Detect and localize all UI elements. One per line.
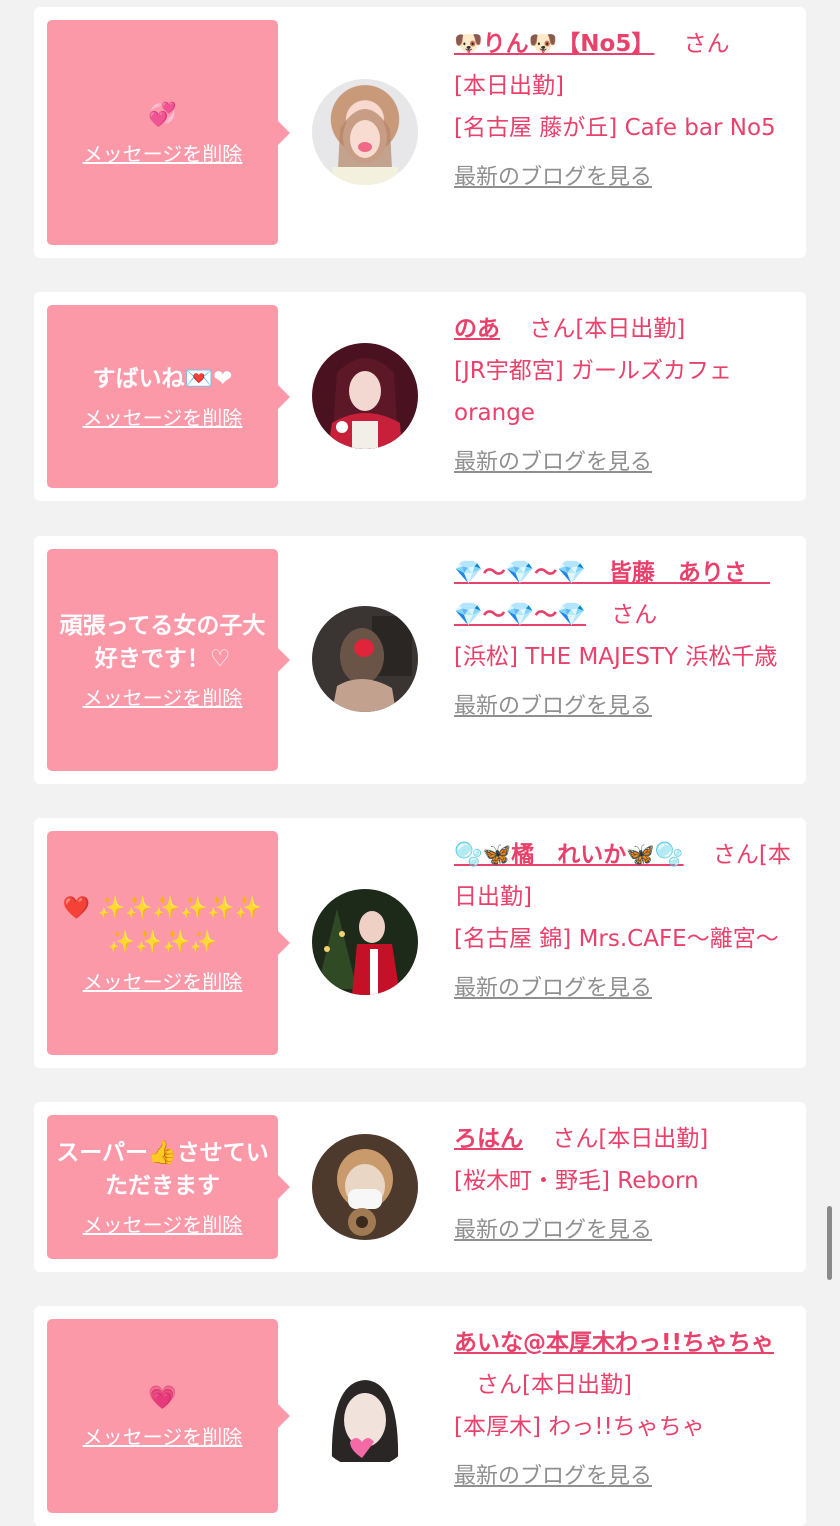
message-text: すばいね💌❤ — [92, 365, 233, 392]
delete-message-link[interactable]: メッセージを削除 — [83, 966, 243, 995]
delete-message-link[interactable]: メッセージを削除 — [83, 402, 243, 431]
profile-info: ろはん さん[本日出勤] [桜木町・野毛] Reborn 最新のブログを見る — [454, 1118, 794, 1252]
message-bubble: 頑張ってる女の子大好きです！♡ メッセージを削除 — [47, 549, 290, 771]
latest-blog-link[interactable]: 最新のブログを見る — [454, 1210, 794, 1252]
store-name: [JR宇都宮] ガールズカフェorange — [454, 358, 733, 426]
avatar[interactable] — [312, 343, 418, 449]
message-bubble: 💗 メッセージを削除 — [47, 1319, 290, 1513]
honorific: さん — [552, 1126, 599, 1152]
message-bubble: 💞 メッセージを削除 — [47, 20, 290, 245]
avatar-image — [328, 358, 402, 449]
message-card: すばいね💌❤ メッセージを削除 のあ さん[本日出勤] [JR宇都宮] ガールズ… — [34, 292, 806, 501]
avatar[interactable] — [312, 1134, 418, 1240]
work-status: [本日出勤] — [575, 316, 686, 342]
avatar[interactable] — [312, 79, 418, 185]
delete-message-link[interactable]: メッセージを削除 — [83, 1421, 243, 1450]
message-card: 💞 メッセージを削除 🐶りん🐶【No5】 さん [本日出勤] [名古屋 藤が丘]… — [34, 7, 806, 258]
honorific: さん — [529, 316, 576, 342]
girl-name-link[interactable]: 🐶りん🐶【No5】 — [454, 31, 654, 57]
profile-info: 🫧🦋橘 れいか🦋🫧 さん[本日出勤] [名古屋 錦] Mrs.CAFE〜離宮〜 … — [454, 834, 794, 1010]
latest-blog-link[interactable]: 最新のブログを見る — [454, 157, 794, 199]
honorific: さん — [683, 31, 730, 57]
avatar-image — [331, 1380, 399, 1462]
latest-blog-link[interactable]: 最新のブログを見る — [454, 1456, 794, 1498]
profile-info: 💎〜💎〜💎 皆藤 ありさ 💎〜💎〜💎 さん [浜松] THE MAJESTY 浜… — [454, 552, 794, 728]
profile-info: あいな@本厚木わっ!!ちゃちゃ さん[本日出勤] [本厚木] わっ!!ちゃちゃ … — [454, 1322, 794, 1498]
store-name: [本厚木] わっ!!ちゃちゃ — [454, 1414, 705, 1440]
avatar[interactable] — [312, 1362, 418, 1468]
girl-name-link[interactable]: のあ — [454, 316, 500, 342]
avatar-image — [332, 616, 412, 712]
latest-blog-link[interactable]: 最新のブログを見る — [454, 442, 794, 484]
avatar-image — [337, 1149, 393, 1236]
message-card: ❤️ ✨✨✨✨✨✨ ✨✨✨✨ メッセージを削除 🫧🦋橘 れいか🦋🫧 さん[本日出… — [34, 818, 806, 1068]
message-bubble: ❤️ ✨✨✨✨✨✨ ✨✨✨✨ メッセージを削除 — [47, 831, 290, 1055]
message-bubble: すばいね💌❤ メッセージを削除 — [47, 305, 290, 488]
work-status: [本日出勤] — [598, 1126, 709, 1152]
message-bubble: スーパー👍させていただきます メッセージを削除 — [47, 1115, 290, 1259]
message-text: 頑張ってる女の子大好きです！♡ — [59, 612, 266, 672]
honorific: さん — [611, 602, 658, 628]
latest-blog-link[interactable]: 最新のブログを見る — [454, 686, 794, 728]
work-status: [本日出勤] — [454, 73, 564, 99]
store-name: [桜木町・野毛] Reborn — [454, 1168, 699, 1194]
work-status: [本日出勤] — [522, 1372, 632, 1398]
avatar-image — [332, 109, 398, 185]
message-card: 頑張ってる女の子大好きです！♡ メッセージを削除 💎〜💎〜💎 皆藤 ありさ 💎〜… — [34, 536, 806, 784]
girl-name-link[interactable]: 🫧🦋橘 れいか🦋🫧 — [454, 842, 684, 868]
avatar-image — [317, 909, 400, 995]
message-text: 💞 — [148, 101, 177, 128]
profile-info: のあ さん[本日出勤] [JR宇都宮] ガールズカフェorange 最新のブログ… — [454, 308, 794, 484]
message-text: スーパー👍させていただきます — [56, 1139, 269, 1199]
store-name: [名古屋 錦] Mrs.CAFE〜離宮〜 — [454, 926, 779, 952]
honorific: さん — [712, 842, 759, 868]
latest-blog-link[interactable]: 最新のブログを見る — [454, 968, 794, 1010]
delete-message-link[interactable]: メッセージを削除 — [83, 138, 243, 167]
message-text: ❤️ ✨✨✨✨✨✨ ✨✨✨✨ — [62, 895, 263, 955]
girl-name-link[interactable]: あいな@本厚木わっ!!ちゃちゃ — [454, 1330, 774, 1356]
honorific: さん — [476, 1372, 522, 1398]
scrollbar[interactable] — [827, 1206, 832, 1280]
message-card: 💗 メッセージを削除 あいな@本厚木わっ!!ちゃちゃ さん[本日出勤] [本厚木… — [34, 1306, 806, 1526]
avatar[interactable] — [312, 606, 418, 712]
store-name: [名古屋 藤が丘] Cafe bar No5 — [454, 115, 776, 141]
message-text: 💗 — [148, 1385, 177, 1411]
delete-message-link[interactable]: メッセージを削除 — [83, 682, 243, 711]
girl-name-link[interactable]: ろはん — [454, 1126, 523, 1152]
message-card: スーパー👍させていただきます メッセージを削除 ろはん さん[本日出勤] [桜木… — [34, 1102, 806, 1272]
delete-message-link[interactable]: メッセージを削除 — [83, 1209, 243, 1238]
store-name: [浜松] THE MAJESTY 浜松千歳 — [454, 644, 778, 670]
profile-info: 🐶りん🐶【No5】 さん [本日出勤] [名古屋 藤が丘] Cafe bar N… — [454, 23, 794, 199]
avatar[interactable] — [312, 889, 418, 995]
